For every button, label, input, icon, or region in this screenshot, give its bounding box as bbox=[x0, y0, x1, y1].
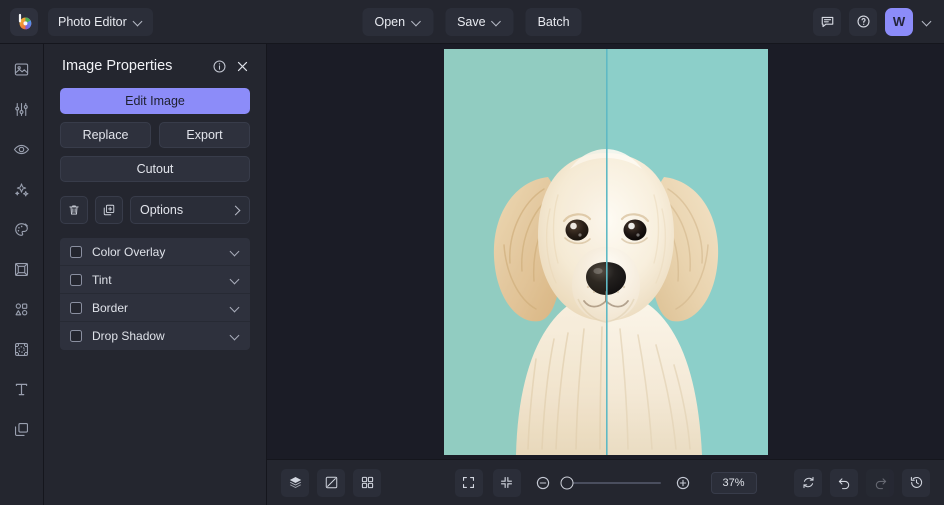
panel-header: Image Properties bbox=[44, 58, 266, 74]
top-center-actions: Open Save Batch bbox=[362, 8, 581, 36]
zoom-level-value[interactable]: 37% bbox=[711, 472, 757, 494]
undo-icon[interactable] bbox=[830, 469, 858, 497]
options-label: Options bbox=[140, 203, 183, 217]
effect-label: Drop Shadow bbox=[92, 329, 230, 343]
chevron-down-icon bbox=[412, 17, 421, 26]
feedback-button[interactable] bbox=[813, 8, 841, 36]
duplicate-icon[interactable] bbox=[95, 196, 123, 224]
close-icon[interactable] bbox=[235, 59, 250, 74]
zoom-in-icon[interactable] bbox=[671, 471, 695, 495]
object-tools-row: Options bbox=[60, 196, 250, 224]
effect-label: Color Overlay bbox=[92, 245, 230, 259]
open-label: Open bbox=[374, 15, 405, 29]
avatar[interactable]: W bbox=[885, 8, 913, 36]
replace-export-row: Replace Export bbox=[60, 122, 250, 148]
edit-image-button[interactable]: Edit Image bbox=[60, 88, 250, 114]
canvas-stage[interactable] bbox=[267, 44, 944, 459]
sidebar-item-text[interactable] bbox=[9, 376, 35, 402]
replace-button[interactable]: Replace bbox=[60, 122, 151, 148]
effects-list: Color Overlay Tint Border bbox=[60, 238, 250, 350]
sidebar-item-shapes[interactable] bbox=[9, 296, 35, 322]
sidebar-item-texture[interactable] bbox=[9, 336, 35, 362]
cutout-button[interactable]: Cutout bbox=[60, 156, 250, 182]
effect-checkbox[interactable] bbox=[70, 302, 82, 314]
color-wheel-logo[interactable] bbox=[10, 8, 38, 36]
panel-body: Edit Image Replace Export Cutout bbox=[44, 88, 266, 350]
grid-icon[interactable] bbox=[353, 469, 381, 497]
zoom-controls: 37% bbox=[455, 469, 757, 497]
tool-rail bbox=[0, 44, 44, 505]
effect-row-drop-shadow[interactable]: Drop Shadow bbox=[60, 322, 250, 350]
chevron-down-icon bbox=[134, 17, 143, 26]
options-button[interactable]: Options bbox=[130, 196, 250, 224]
sidebar-item-adjust[interactable] bbox=[9, 96, 35, 122]
chevron-down-icon bbox=[923, 17, 932, 26]
history-controls bbox=[794, 469, 930, 497]
bottom-left-tools bbox=[281, 469, 381, 497]
effect-checkbox[interactable] bbox=[70, 274, 82, 286]
redo-icon[interactable] bbox=[866, 469, 894, 497]
collapse-icon[interactable] bbox=[493, 469, 521, 497]
sidebar-item-layers[interactable] bbox=[9, 416, 35, 442]
app-root: Photo Editor Open Save Batch bbox=[0, 0, 944, 505]
sidebar-item-view[interactable] bbox=[9, 136, 35, 162]
chevron-down-icon[interactable] bbox=[230, 247, 240, 257]
chevron-down-icon[interactable] bbox=[230, 275, 240, 285]
effect-row-color-overlay[interactable]: Color Overlay bbox=[60, 238, 250, 266]
photo-canvas[interactable] bbox=[444, 49, 768, 455]
account-menu-button[interactable] bbox=[921, 17, 934, 26]
zoom-out-icon[interactable] bbox=[531, 471, 555, 495]
page-title: Image Properties bbox=[62, 58, 204, 74]
help-button[interactable] bbox=[849, 8, 877, 36]
puppy-image bbox=[444, 49, 768, 455]
image-properties-panel: Image Properties Edit Image bbox=[44, 44, 267, 505]
reset-icon[interactable] bbox=[794, 469, 822, 497]
app-menu-label: Photo Editor bbox=[58, 15, 127, 29]
chevron-down-icon[interactable] bbox=[230, 331, 240, 341]
bottom-toolbar: 37% bbox=[267, 459, 944, 505]
save-button[interactable]: Save bbox=[445, 8, 514, 36]
trash-icon[interactable] bbox=[60, 196, 88, 224]
chevron-down-icon bbox=[493, 17, 502, 26]
app-menu-button[interactable]: Photo Editor bbox=[48, 8, 153, 36]
layers-icon[interactable] bbox=[281, 469, 309, 497]
save-label: Save bbox=[457, 15, 486, 29]
zoom-slider-knob[interactable] bbox=[561, 476, 574, 489]
avatar-initial: W bbox=[893, 14, 905, 29]
sidebar-item-frame[interactable] bbox=[9, 256, 35, 282]
effect-label: Tint bbox=[92, 273, 230, 287]
info-circle-icon[interactable] bbox=[212, 59, 227, 74]
fit-screen-icon[interactable] bbox=[455, 469, 483, 497]
effect-row-tint[interactable]: Tint bbox=[60, 266, 250, 294]
sidebar-item-image[interactable] bbox=[9, 56, 35, 82]
top-right-actions: W bbox=[813, 8, 934, 36]
chevron-right-icon bbox=[232, 206, 240, 214]
effect-label: Border bbox=[92, 301, 230, 315]
canvas-area: 37% bbox=[267, 44, 944, 505]
history-icon[interactable] bbox=[902, 469, 930, 497]
main-body: Image Properties Edit Image bbox=[0, 44, 944, 505]
batch-label: Batch bbox=[538, 15, 570, 29]
sidebar-item-color[interactable] bbox=[9, 216, 35, 242]
zoom-slider[interactable] bbox=[565, 482, 661, 484]
effect-checkbox[interactable] bbox=[70, 330, 82, 342]
export-button[interactable]: Export bbox=[159, 122, 250, 148]
chevron-down-icon[interactable] bbox=[230, 303, 240, 313]
batch-button[interactable]: Batch bbox=[526, 8, 582, 36]
split-line bbox=[606, 49, 608, 455]
effect-row-border[interactable]: Border bbox=[60, 294, 250, 322]
compare-split-icon[interactable] bbox=[317, 469, 345, 497]
top-bar: Photo Editor Open Save Batch bbox=[0, 0, 944, 44]
sidebar-item-effects[interactable] bbox=[9, 176, 35, 202]
open-button[interactable]: Open bbox=[362, 8, 433, 36]
effect-checkbox[interactable] bbox=[70, 246, 82, 258]
